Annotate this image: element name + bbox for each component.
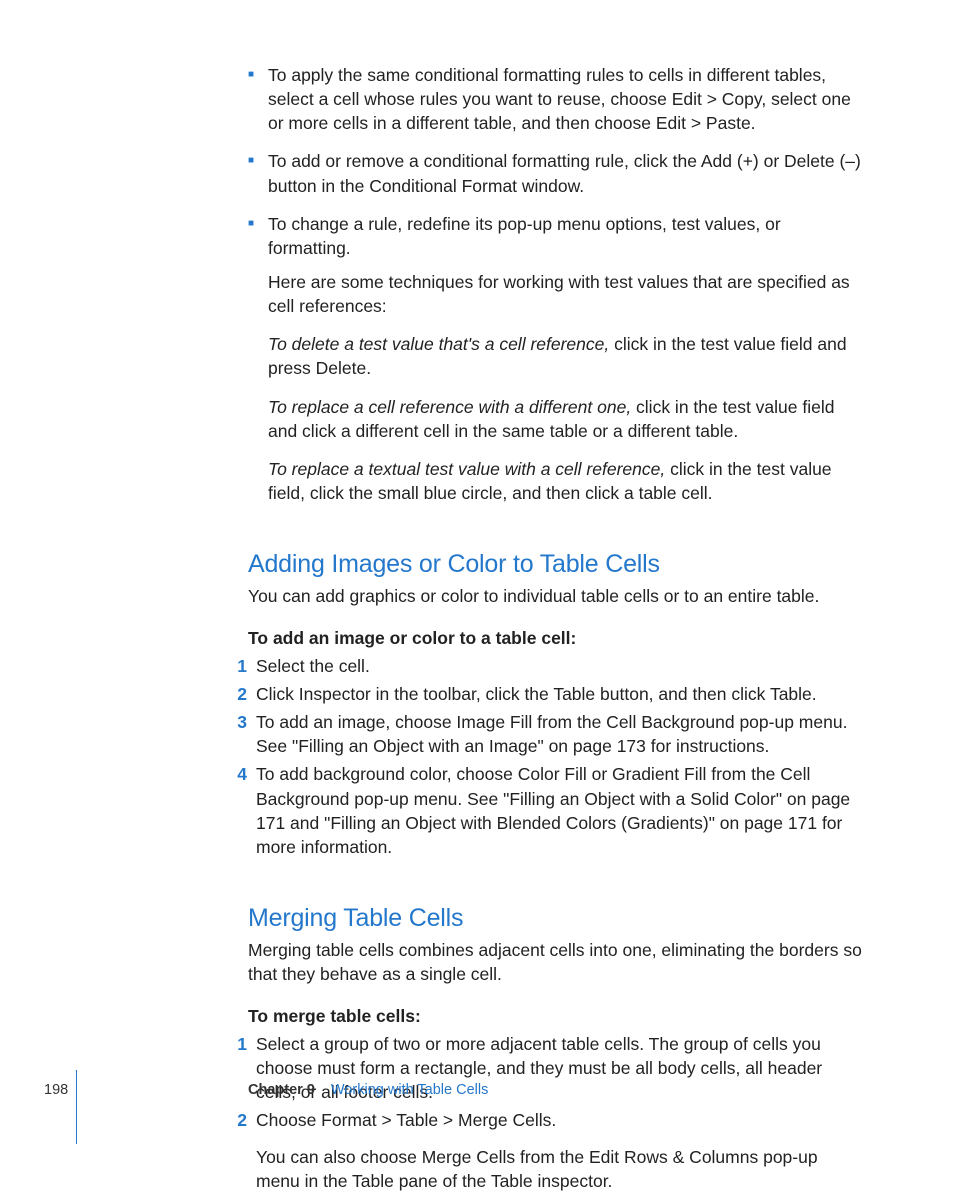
bullet-text: To apply the same conditional formatting… xyxy=(268,63,862,135)
page-number: 198 xyxy=(44,1080,68,1100)
footer-text: Chapter 9 Working with Table Cells xyxy=(248,1080,488,1100)
list-item: 3 To add an image, choose Image Fill fro… xyxy=(248,710,862,758)
step-number: 2 xyxy=(227,682,256,706)
step-line: Choose Format > Table > Merge Cells. xyxy=(256,1108,862,1132)
step-text: To add an image, choose Image Fill from … xyxy=(256,710,862,758)
step-text: Choose Format > Table > Merge Cells. You… xyxy=(256,1108,862,1192)
list-item: 2 Choose Format > Table > Merge Cells. Y… xyxy=(248,1108,862,1192)
paragraph: To replace a cell reference with a diffe… xyxy=(268,395,862,443)
ordered-list: 1 Select a group of two or more adjacent… xyxy=(248,1032,862,1193)
chapter-label: Chapter 9 xyxy=(248,1082,315,1098)
list-item: 4 To add background color, choose Color … xyxy=(248,762,862,859)
list-item: 2 Click Inspector in the toolbar, click … xyxy=(248,682,862,706)
step-text: Select the cell. xyxy=(256,654,862,678)
bullet-marker-icon: ■ xyxy=(248,212,268,260)
step-number: 1 xyxy=(227,654,256,678)
step-number: 2 xyxy=(227,1108,256,1192)
chapter-title: Working with Table Cells xyxy=(331,1082,488,1098)
paragraph: Here are some techniques for working wit… xyxy=(268,270,862,318)
document-body: ■ To apply the same conditional formatti… xyxy=(248,63,862,1199)
step-number: 3 xyxy=(227,710,256,758)
section-heading: Merging Table Cells xyxy=(248,901,862,936)
ordered-list: 1 Select the cell. 2 Click Inspector in … xyxy=(248,654,862,859)
bullet-item: ■ To apply the same conditional formatti… xyxy=(248,63,862,135)
bullet-marker-icon: ■ xyxy=(248,149,268,197)
paragraph: To delete a test value that's a cell ref… xyxy=(268,332,862,380)
bullet-item: ■ To add or remove a conditional formatt… xyxy=(248,149,862,197)
paragraph: To replace a textual test value with a c… xyxy=(268,457,862,505)
subheading: To merge table cells: xyxy=(248,1004,862,1028)
bullet-text: To add or remove a conditional formattin… xyxy=(268,149,862,197)
step-text: Click Inspector in the toolbar, click th… xyxy=(256,682,862,706)
section-intro: Merging table cells combines adjacent ce… xyxy=(248,938,862,986)
italic-text: To replace a cell reference with a diffe… xyxy=(268,397,636,417)
step-followup: You can also choose Merge Cells from the… xyxy=(256,1145,862,1193)
bullet-text: To change a rule, redefine its pop-up me… xyxy=(268,212,862,260)
footer-divider xyxy=(76,1070,77,1144)
bullet-item: ■ To change a rule, redefine its pop-up … xyxy=(248,212,862,260)
section-intro: You can add graphics or color to individ… xyxy=(248,584,862,608)
italic-text: To replace a textual test value with a c… xyxy=(268,459,670,479)
step-number: 4 xyxy=(227,762,256,859)
bullet-marker-icon: ■ xyxy=(248,63,268,135)
step-text: To add background color, choose Color Fi… xyxy=(256,762,862,859)
section-heading: Adding Images or Color to Table Cells xyxy=(248,547,862,582)
subheading: To add an image or color to a table cell… xyxy=(248,626,862,650)
italic-text: To delete a test value that's a cell ref… xyxy=(268,334,614,354)
list-item: 1 Select the cell. xyxy=(248,654,862,678)
